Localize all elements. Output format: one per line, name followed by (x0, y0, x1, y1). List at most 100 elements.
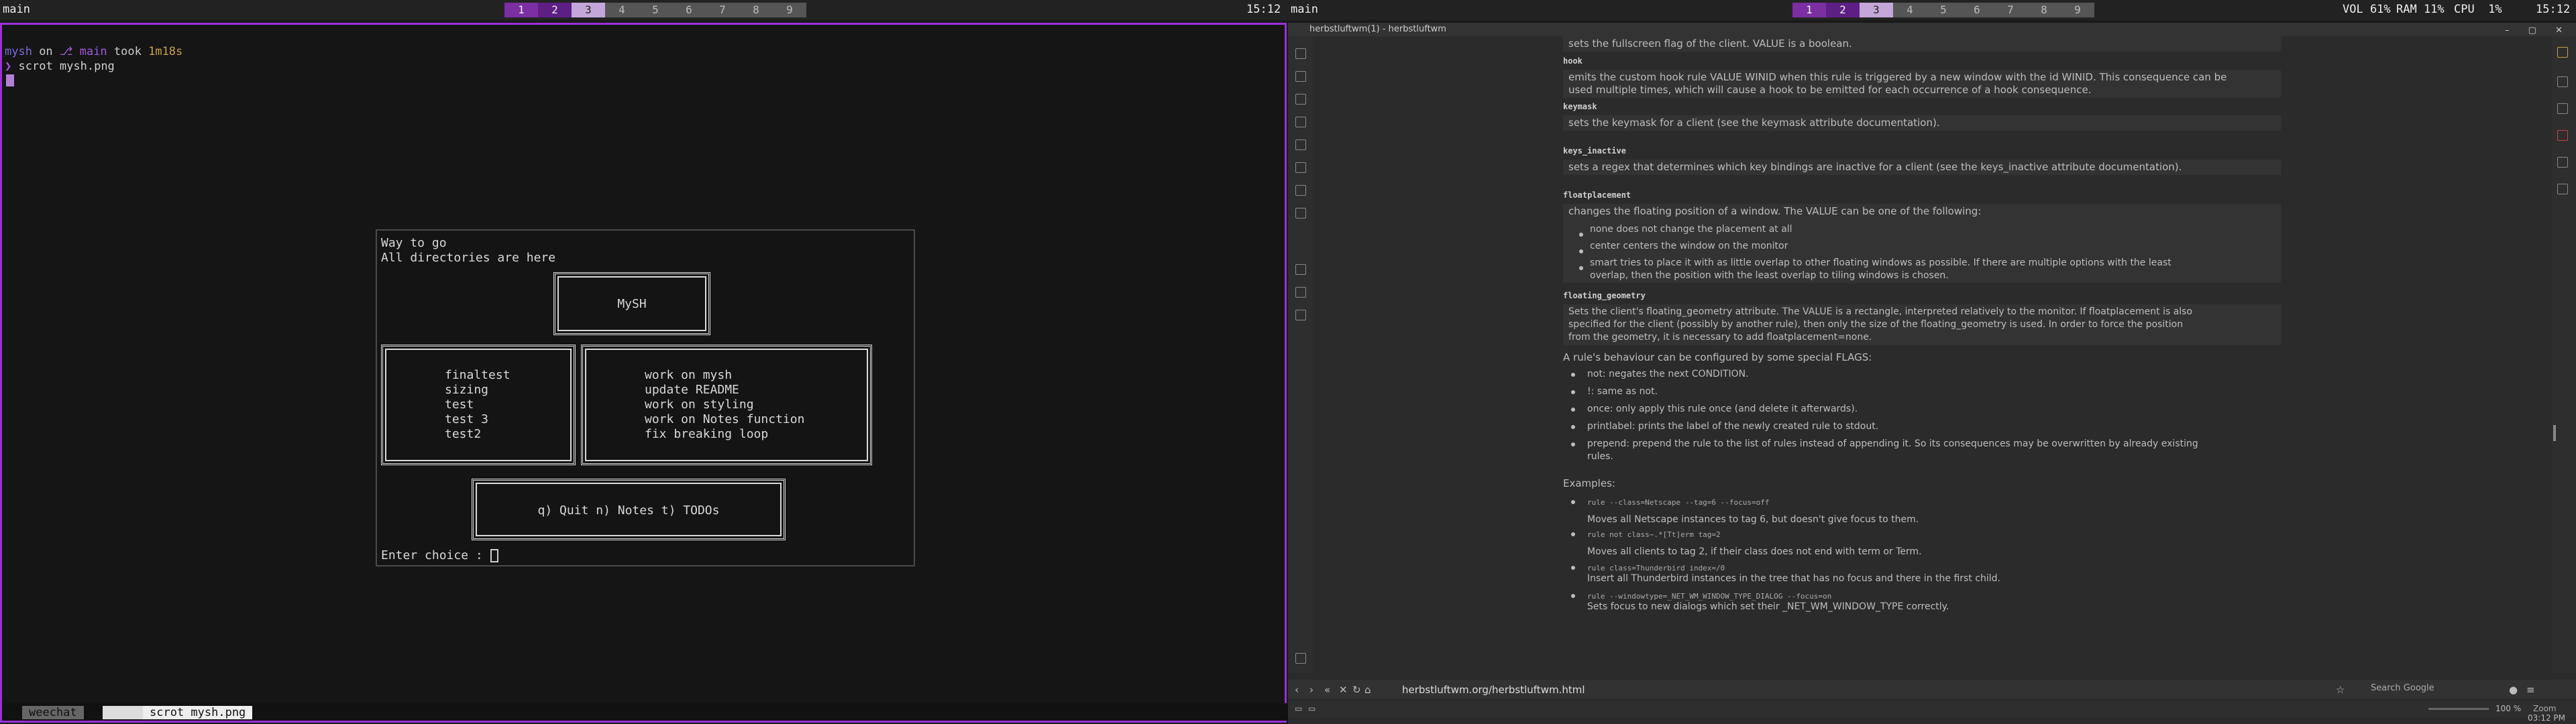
prompt-symbol: ❯ (5, 60, 12, 73)
terminal-window[interactable]: mysh on ⎇ main took 1m18s ❯ scrot mysh.p… (0, 23, 1289, 723)
right-tag-5[interactable]: 5 (1927, 3, 1960, 17)
zoom-slider[interactable] (2428, 708, 2489, 710)
cpu-status: CPU 1% (2454, 3, 2502, 16)
left-tag-8[interactable]: 8 (739, 3, 773, 17)
avatar[interactable]: ● (2509, 684, 2518, 696)
floating-geometry-heading: floating_geometry (1563, 291, 1646, 300)
left-tag-5[interactable]: 5 (639, 3, 672, 17)
right-tag-3[interactable]: 3 (1860, 3, 1893, 17)
bullet (1571, 390, 1575, 394)
window-controls[interactable]: – ▢ ✕ (2505, 24, 2571, 38)
bullet (1571, 425, 1575, 429)
prompt-dir: mysh (5, 45, 32, 58)
bookmark-icon[interactable] (1295, 48, 1306, 59)
sync-icon[interactable] (1295, 208, 1306, 219)
floating-geometry-desc: Sets the client's floating_geometry attr… (1563, 304, 2281, 345)
man-page: sets the fullscreen flag of the client. … (1563, 36, 2281, 673)
right-tag-list: 1 2 3 4 5 6 7 8 9 (1792, 3, 2094, 17)
mysh-panel: Way to go All directories are here MySH … (376, 229, 915, 566)
extension-icon[interactable] (2557, 47, 2568, 58)
left-tag-6[interactable]: 6 (672, 3, 706, 17)
window-title: herbstluftwm(1) - herbstluftwm (1309, 24, 1446, 34)
menu-icon[interactable]: ≡ (2526, 684, 2535, 696)
floatplacement-desc: changes the floating position of a windo… (1563, 204, 2281, 283)
hook-heading: hook (1563, 56, 1582, 66)
back-icon[interactable]: ‹ (1295, 684, 1299, 696)
flag-not: not: negates the next CONDITION. (1587, 369, 1749, 379)
window-icon[interactable] (1295, 162, 1306, 173)
todo-item: update README (645, 383, 739, 397)
todo-item: work on mysh (645, 368, 733, 382)
command-line: ❯ scrot mysh.png (5, 60, 115, 73)
toggle-sidebar-icon[interactable]: ▭ (1295, 704, 1302, 713)
extension-icon[interactable] (2557, 157, 2568, 168)
vol-status: VOL 61% (2343, 3, 2391, 16)
fp-center: center centers the window on the monitor (1590, 241, 1788, 251)
capture-icon[interactable] (1295, 287, 1306, 298)
flags-intro: A rule's behaviour can be configured by … (1563, 351, 1872, 363)
tmux-status-bar: weechat scrot mysh.png (2, 703, 1289, 721)
extension-icon[interactable] (2557, 184, 2568, 194)
right-tag-1[interactable]: 1 (1792, 3, 1826, 17)
todo-list: work on mysh update README work on styli… (645, 368, 804, 442)
settings-icon[interactable] (1295, 653, 1306, 664)
panel-icon[interactable] (1295, 71, 1306, 82)
left-tag-2[interactable]: 2 (538, 3, 572, 17)
status-tab-weechat[interactable]: weechat (22, 706, 84, 719)
choice-prompt: Enter choice : (381, 548, 498, 562)
bookmark-star-icon[interactable]: ☆ (2336, 684, 2345, 696)
tools-icon[interactable] (1295, 185, 1306, 196)
history-icon[interactable] (1295, 117, 1306, 127)
fp-smart-cont: overlap, then the position with the leas… (1590, 270, 1949, 281)
home-icon[interactable]: ⌂ (1364, 684, 1371, 696)
status-tab-scrot[interactable]: scrot mysh.png (143, 706, 253, 719)
window-list-icon[interactable]: ▭ (1308, 704, 1316, 713)
right-tag-9[interactable]: 9 (2061, 3, 2094, 17)
scrollbar-thumb[interactable] (2553, 425, 2556, 441)
forward-icon[interactable]: › (1309, 684, 1313, 696)
flag-printlabel: printlabel: prints the label of the newl… (1587, 421, 1879, 432)
left-tag-1[interactable]: 1 (504, 3, 538, 17)
directory-item: test (445, 398, 474, 412)
todos-box: work on mysh update README work on styli… (581, 345, 872, 465)
address-bar[interactable]: herbstluftwm.org/herbstluftwm.html (1402, 684, 1585, 696)
bullet (1571, 566, 1575, 570)
status-time: 03:12 PM (2528, 713, 2565, 723)
bullet (1579, 233, 1583, 237)
add-panel-icon[interactable] (1295, 310, 1306, 320)
right-bar-title: main (1291, 3, 1318, 16)
rewind-icon[interactable]: « (1324, 684, 1330, 696)
left-bar-title: main (3, 3, 30, 16)
right-tag-4[interactable]: 4 (1893, 3, 1927, 17)
reload-icon[interactable]: ↻ (1352, 684, 1361, 696)
right-tag-2[interactable]: 2 (1826, 3, 1860, 17)
extension-icon[interactable] (2557, 130, 2568, 141)
left-tag-7[interactable]: 7 (706, 3, 739, 17)
right-bar-clock: 15:12 (2536, 3, 2571, 16)
download-icon[interactable] (1295, 94, 1306, 105)
terminal-cursor (6, 74, 14, 86)
left-tag-9[interactable]: 9 (773, 3, 806, 17)
page-content[interactable]: sets the fullscreen flag of the client. … (1313, 36, 2552, 673)
right-tag-8[interactable]: 8 (2027, 3, 2061, 17)
right-tag-6[interactable]: 6 (1960, 3, 1994, 17)
zoom-level: 100 % (2496, 704, 2522, 713)
pen-icon[interactable] (1295, 264, 1306, 275)
bullet (1571, 594, 1575, 598)
notes-icon[interactable] (1295, 139, 1306, 150)
flag-once: once: only apply this rule once (and del… (1587, 404, 1858, 414)
keymask-heading: keymask (1563, 102, 1597, 111)
search-field[interactable]: Search Google (2371, 683, 2491, 695)
floatplacement-heading: floatplacement (1563, 190, 1631, 200)
mysh-title: MySH (617, 297, 647, 311)
right-tag-7[interactable]: 7 (1994, 3, 2027, 17)
stop-icon[interactable]: ✕ (1339, 684, 1348, 696)
prompt-branch: ⎇ main (59, 45, 107, 58)
example-2-text: Moves all clients to tag 2, if their cla… (1587, 546, 1922, 557)
extension-icon[interactable] (2557, 76, 2568, 87)
choice-input[interactable] (490, 549, 498, 562)
left-tag-4[interactable]: 4 (605, 3, 639, 17)
left-tag-3[interactable]: 3 (572, 3, 605, 17)
todo-item: fix breaking loop (645, 427, 769, 441)
extension-icon[interactable] (2557, 103, 2568, 114)
